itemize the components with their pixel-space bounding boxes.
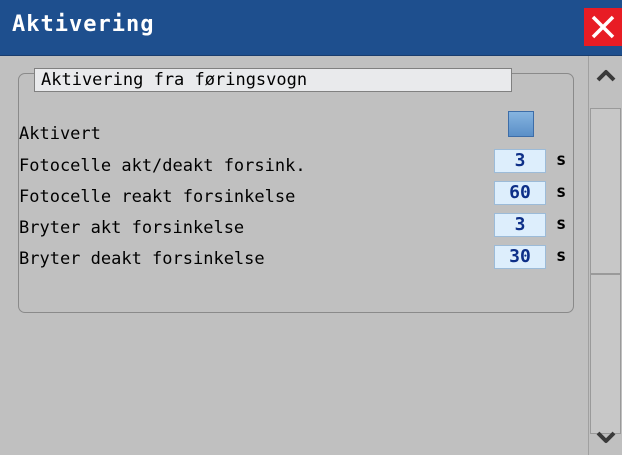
switch-act-label: Bryter akt forsinkelse <box>19 218 245 238</box>
scroll-up-button[interactable] <box>589 60 622 90</box>
content-area: Aktivering fra føringsvogn Aktivert Foto… <box>0 56 588 455</box>
scroll-down-button[interactable] <box>589 423 622 453</box>
photocell-react-label: Fotocelle reakt forsinkelse <box>19 187 296 207</box>
activation-groupbox: Aktivering fra føringsvogn Aktivert Foto… <box>18 68 574 313</box>
scroll-track-lower[interactable] <box>590 274 621 434</box>
switch-act-unit: s <box>556 214 567 234</box>
photocell-act-deact-label: Fotocelle akt/deakt forsink. <box>19 156 306 176</box>
photocell-react-field[interactable]: 60 <box>494 181 546 205</box>
photocell-act-deact-field[interactable]: 3 <box>494 149 546 173</box>
window-title: Aktivering <box>12 12 155 37</box>
photocell-react-unit: s <box>556 182 567 202</box>
activated-checkbox[interactable] <box>508 111 534 137</box>
chevron-up-icon <box>596 70 616 82</box>
title-bar: Aktivering <box>0 0 622 56</box>
activated-label: Aktivert <box>19 124 101 144</box>
vertical-scrollbar[interactable] <box>588 56 622 455</box>
group-title: Aktivering fra føringsvogn <box>34 68 512 92</box>
close-icon <box>591 15 615 39</box>
switch-act-field[interactable]: 3 <box>494 213 546 237</box>
chevron-down-icon <box>596 431 616 443</box>
close-button[interactable] <box>584 8 622 46</box>
switch-deact-label: Bryter deakt forsinkelse <box>19 249 265 269</box>
switch-deact-field[interactable]: 30 <box>494 245 546 269</box>
switch-deact-unit: s <box>556 246 567 266</box>
scroll-track-upper[interactable] <box>590 108 621 274</box>
photocell-act-deact-unit: s <box>556 150 567 170</box>
